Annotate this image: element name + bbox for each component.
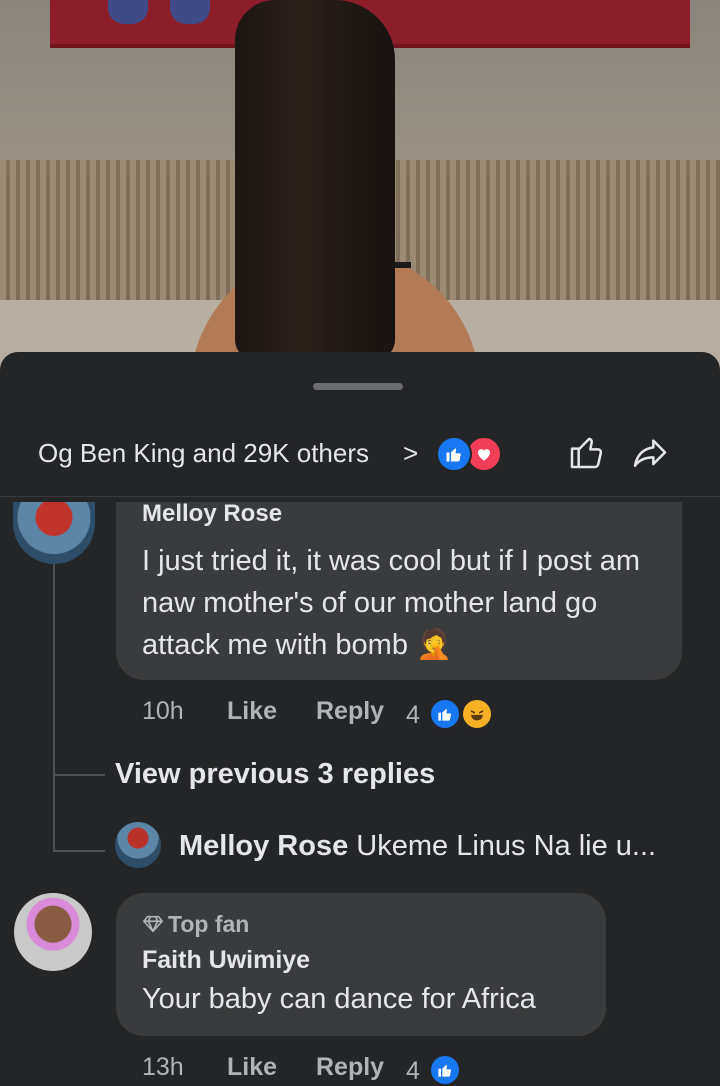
reaction-count[interactable]: 4 — [406, 1057, 420, 1086]
avatar[interactable] — [14, 893, 92, 971]
comment-time: 10h — [142, 697, 184, 725]
thread-line — [53, 562, 55, 852]
reaction-icons[interactable] — [436, 436, 506, 472]
haha-icon — [461, 698, 493, 730]
thumbs-up-icon[interactable] — [567, 432, 607, 472]
drag-handle[interactable] — [313, 383, 403, 390]
share-icon[interactable] — [630, 434, 670, 474]
like-icon — [429, 698, 461, 730]
like-icon — [436, 436, 472, 472]
view-previous-replies[interactable]: View previous 3 replies — [115, 758, 435, 791]
badge-label: Top fan — [168, 911, 250, 937]
video-player[interactable] — [0, 0, 720, 380]
reply-author[interactable]: Melloy Rose — [179, 830, 348, 862]
reply-button[interactable]: Reply — [316, 697, 384, 726]
reply-preview[interactable]: Melloy Rose Ukeme Linus Na lie u... — [179, 830, 656, 863]
like-button[interactable]: Like — [227, 1053, 277, 1082]
like-icon — [429, 1054, 461, 1086]
comments-sheet: Og Ben King and 29K others > Melloy Rose… — [0, 352, 720, 1086]
reactions-bar: Og Ben King and 29K others > — [0, 422, 720, 497]
reply-text: Ukeme Linus Na lie u... — [356, 830, 657, 862]
like-button[interactable]: Like — [227, 697, 277, 726]
thread-branch — [53, 774, 105, 776]
top-fan-badge: Top fan — [142, 911, 249, 938]
reactors-summary[interactable]: Og Ben King and 29K others — [38, 438, 369, 469]
comment-bubble[interactable]: Top fan Faith Uwimiye Your baby can danc… — [116, 893, 606, 1036]
chevron-right-icon[interactable]: > — [403, 438, 418, 469]
diamond-icon — [143, 915, 163, 933]
avatar[interactable] — [115, 822, 161, 868]
avatar[interactable] — [13, 502, 95, 564]
thread-branch — [53, 850, 105, 852]
comment-text: Your baby can dance for Africa — [142, 983, 536, 1015]
reply-button[interactable]: Reply — [316, 1053, 384, 1082]
comment-author[interactable]: Faith Uwimiye — [142, 946, 310, 975]
comment-text: I just tried it, it was cool but if I po… — [142, 545, 641, 661]
comment-bubble[interactable]: Melloy Rose I just tried it, it was cool… — [116, 500, 682, 680]
person-hair — [235, 0, 395, 360]
comment-time: 13h — [142, 1053, 184, 1081]
comment-author[interactable]: Melloy Rose — [142, 500, 282, 528]
reaction-count[interactable]: 4 — [406, 701, 420, 730]
